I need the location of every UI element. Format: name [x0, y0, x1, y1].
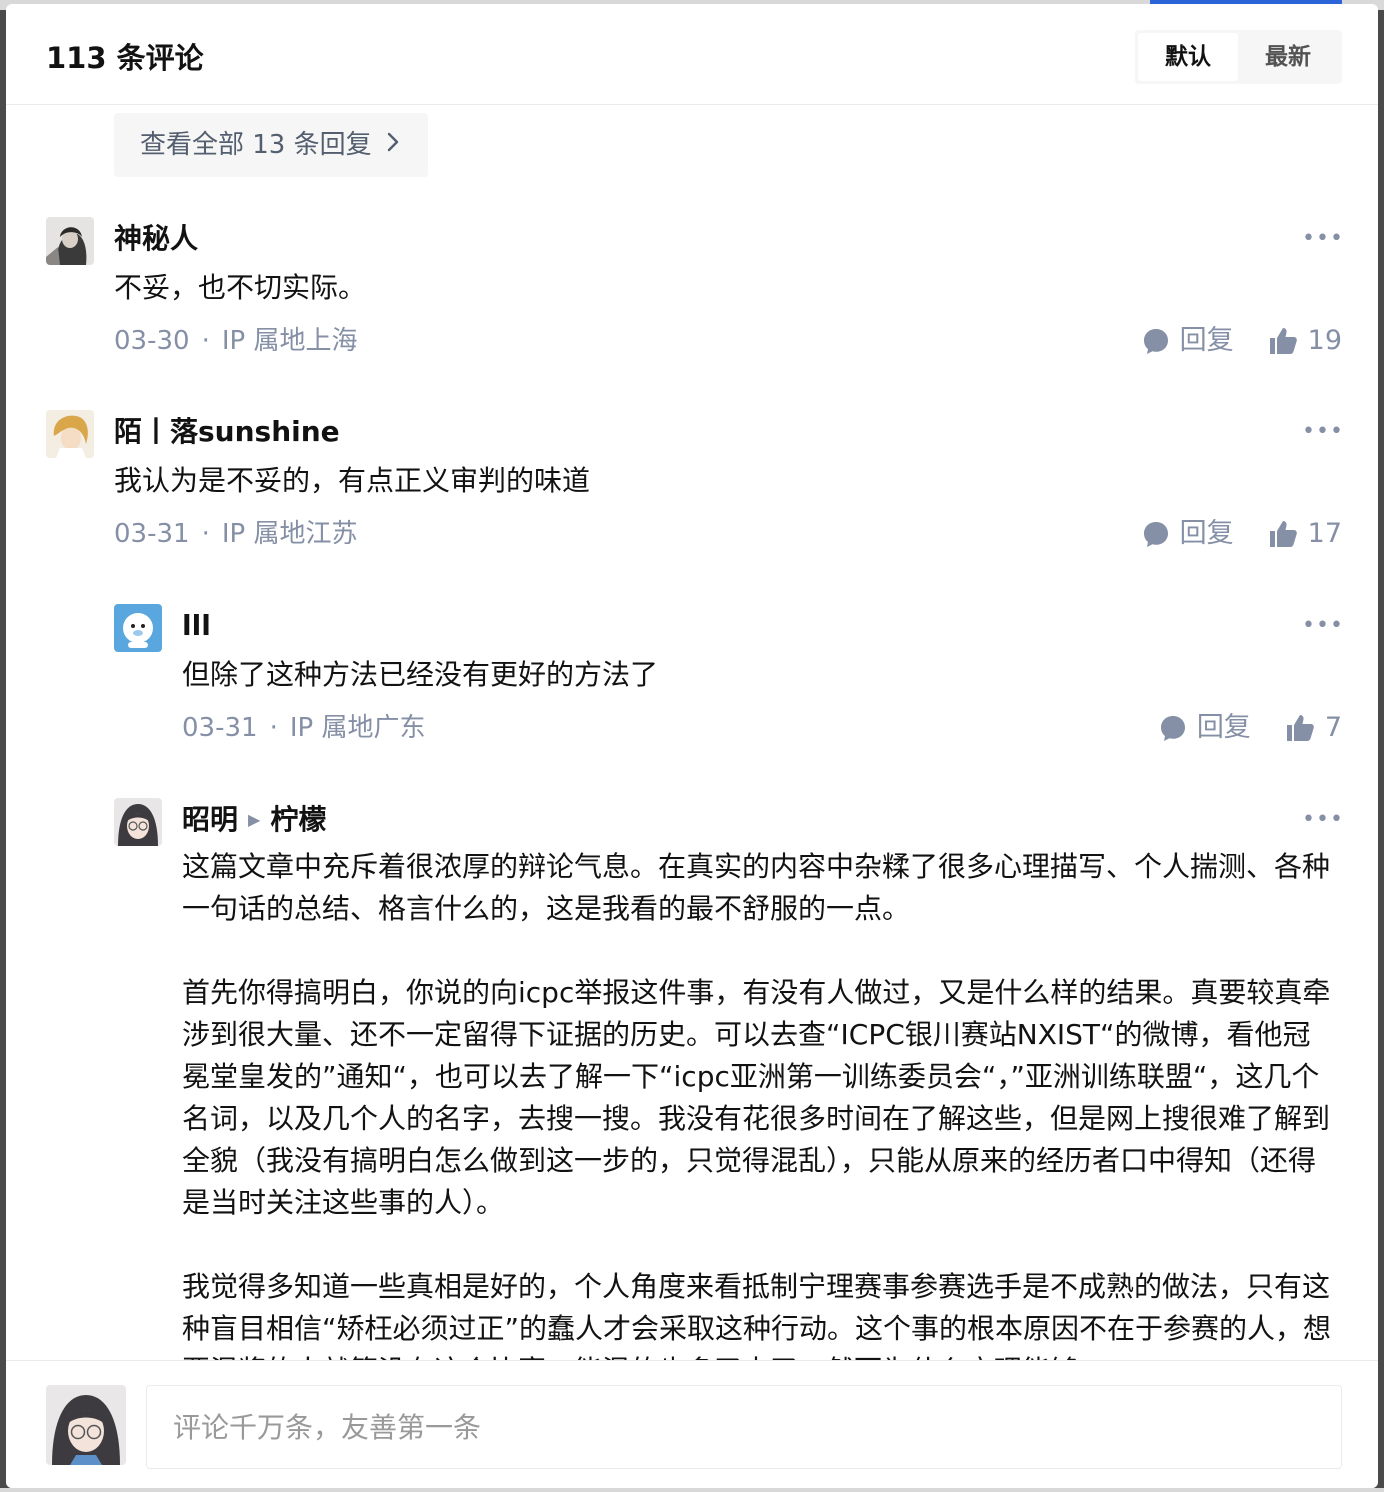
comment-composer: 评论千万条，友善第一条 [6, 1360, 1378, 1488]
thumbs-up-icon [1269, 521, 1297, 547]
avatar[interactable] [114, 604, 162, 652]
sort-tab-latest[interactable]: 最新 [1238, 33, 1338, 81]
reply-to-arrow-icon: ▶ [248, 810, 261, 829]
reply-button[interactable]: 回复 [1142, 514, 1234, 554]
chevron-right-icon [386, 113, 400, 177]
comments-list[interactable]: 查看全部 13 条回复 神秘人 ••• 不妥，也不切实际。 03-30 · IP 属… [6, 105, 1378, 1360]
comment-actions: 回复 19 [1142, 321, 1342, 361]
comment-date: 03-30 [114, 326, 190, 356]
more-options-icon[interactable]: ••• [1302, 808, 1343, 832]
more-options-icon[interactable]: ••• [1302, 420, 1343, 444]
reply-bubble-icon [1143, 522, 1168, 547]
backdrop-footer [0, 1488, 1384, 1492]
comment-ip-location: IP 属地广东 [289, 713, 426, 743]
comment-author[interactable]: 神秘人 [114, 219, 198, 259]
avatar[interactable] [46, 410, 94, 458]
like-button[interactable]: 7 [1285, 708, 1342, 748]
comment-author[interactable]: 陌丨落sunshine [114, 412, 340, 452]
comments-count-title: 113 条评论 [46, 41, 204, 75]
comment-input[interactable]: 评论千万条，友善第一条 [146, 1385, 1342, 1469]
comment-ip-location: IP 属地江苏 [221, 519, 358, 549]
avatar[interactable] [114, 798, 162, 846]
comment-actions: 回复 17 [1142, 514, 1342, 554]
comments-header: 113 条评论 默认 最新 [6, 4, 1378, 105]
comment-meta: 03-31 · IP 属地广东 [182, 713, 426, 743]
comment-meta: 03-31 · IP 属地江苏 [114, 519, 358, 549]
view-all-replies-button[interactable]: 查看全部 13 条回复 [114, 113, 428, 177]
comment-author: 昭明 ▶ 柠檬 [182, 800, 326, 840]
comment-meta: 03-30 · IP 属地上海 [114, 326, 358, 356]
more-options-icon[interactable]: ••• [1302, 227, 1343, 251]
comment-author[interactable]: lll [182, 606, 211, 646]
reply-bubble-icon [1143, 329, 1168, 354]
reply-author-name[interactable]: 昭明 [182, 803, 238, 836]
comment-date: 03-31 [114, 519, 190, 549]
reply-button[interactable]: 回复 [1142, 321, 1234, 361]
current-user-avatar [46, 1385, 126, 1465]
like-button[interactable]: 19 [1268, 321, 1342, 361]
comment-ip-location: IP 属地上海 [221, 326, 358, 356]
like-button[interactable]: 17 [1268, 514, 1342, 554]
view-all-replies-label: 查看全部 13 条回复 [140, 130, 372, 160]
avatar[interactable] [46, 217, 94, 265]
more-options-icon[interactable]: ••• [1302, 614, 1343, 638]
reply-bubble-icon [1160, 716, 1185, 741]
comments-modal: 113 条评论 默认 最新 查看全部 13 条回复 神秘人 ••• 不妥，也不切… [6, 4, 1378, 1488]
reply-button[interactable]: 回复 [1159, 708, 1251, 748]
sort-tab-default[interactable]: 默认 [1138, 33, 1238, 81]
sort-tabs: 默认 最新 [1135, 30, 1342, 84]
thumbs-up-icon [1269, 328, 1297, 354]
comment-content: 这篇文章中充斥着很浓厚的辩论气息。在真实的内容中杂糅了很多心理描写、个人揣测、各… [182, 850, 1332, 1360]
comment-actions: 回复 7 [1159, 708, 1342, 748]
comment-date: 03-31 [182, 713, 258, 743]
reply-target-name[interactable]: 柠檬 [270, 803, 326, 836]
thumbs-up-icon [1286, 715, 1314, 741]
